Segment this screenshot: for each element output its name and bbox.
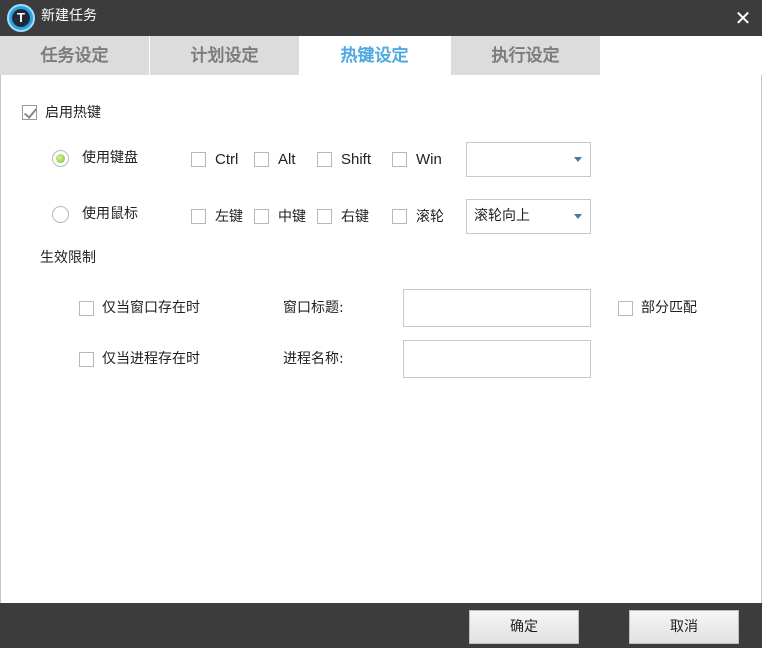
alt-checkbox[interactable]: [254, 152, 269, 167]
window-title-input[interactable]: [403, 289, 591, 327]
dropdown-arrow-icon: [574, 214, 582, 219]
dropdown-arrow-icon: [574, 157, 582, 162]
close-button[interactable]: ✕: [732, 7, 754, 29]
middle-button-checkbox[interactable]: [254, 209, 269, 224]
process-name-input[interactable]: [403, 340, 591, 378]
tab-bar: 任务设定 计划设定 热键设定 执行设定: [0, 36, 762, 75]
partial-match-label: 部分匹配: [641, 300, 697, 316]
mouse-action-select[interactable]: 滚轮向上: [466, 199, 591, 234]
tab-hotkey-settings[interactable]: 热键设定: [300, 36, 449, 75]
left-button-checkbox[interactable]: [191, 209, 206, 224]
process-exists-checkbox[interactable]: [79, 352, 94, 367]
ok-button[interactable]: 确定: [469, 610, 579, 644]
window-title-label: 窗口标题:: [283, 300, 344, 316]
tab-task-settings[interactable]: 任务设定: [0, 36, 149, 75]
window-exists-label: 仅当窗口存在时: [102, 300, 200, 316]
win-checkbox[interactable]: [392, 152, 407, 167]
use-mouse-label: 使用鼠标: [82, 206, 138, 222]
wheel-label: 滚轮: [416, 209, 444, 225]
partial-match-checkbox[interactable]: [618, 301, 633, 316]
enable-hotkey-checkbox[interactable]: [22, 105, 37, 120]
process-exists-label: 仅当进程存在时: [102, 351, 200, 367]
alt-label: Alt: [278, 151, 296, 168]
use-keyboard-label: 使用键盘: [82, 150, 138, 166]
right-button-label: 右键: [341, 209, 369, 225]
keyboard-key-select[interactable]: [466, 142, 591, 177]
use-keyboard-radio[interactable]: [52, 150, 69, 167]
wheel-checkbox[interactable]: [392, 209, 407, 224]
win-label: Win: [416, 151, 442, 168]
ctrl-label: Ctrl: [215, 151, 239, 168]
mouse-action-value: 滚轮向上: [474, 208, 530, 224]
left-button-label: 左键: [215, 209, 243, 225]
window-exists-checkbox[interactable]: [79, 301, 94, 316]
ctrl-checkbox[interactable]: [191, 152, 206, 167]
right-button-checkbox[interactable]: [317, 209, 332, 224]
window-title: 新建任务: [41, 8, 97, 24]
app-logo-icon: T: [7, 4, 35, 32]
shift-checkbox[interactable]: [317, 152, 332, 167]
cancel-button[interactable]: 取消: [629, 610, 739, 644]
dialog-footer: 确定 取消: [0, 603, 762, 648]
shift-label: Shift: [341, 151, 372, 168]
hotkey-settings-panel: 启用热键 使用键盘 Ctrl Alt Shift Win 使用鼠标 左键 中键 …: [0, 75, 762, 603]
enable-hotkey-label: 启用热键: [45, 105, 101, 121]
tab-execution-settings[interactable]: 执行设定: [451, 36, 600, 75]
app-logo-letter: T: [12, 9, 30, 27]
title-bar: T 新建任务 ✕: [0, 0, 762, 36]
middle-button-label: 中键: [278, 209, 306, 225]
use-mouse-radio[interactable]: [52, 206, 69, 223]
process-name-label: 进程名称:: [283, 351, 344, 367]
limit-section-label: 生效限制: [40, 250, 96, 266]
tab-schedule-settings[interactable]: 计划设定: [150, 36, 299, 75]
